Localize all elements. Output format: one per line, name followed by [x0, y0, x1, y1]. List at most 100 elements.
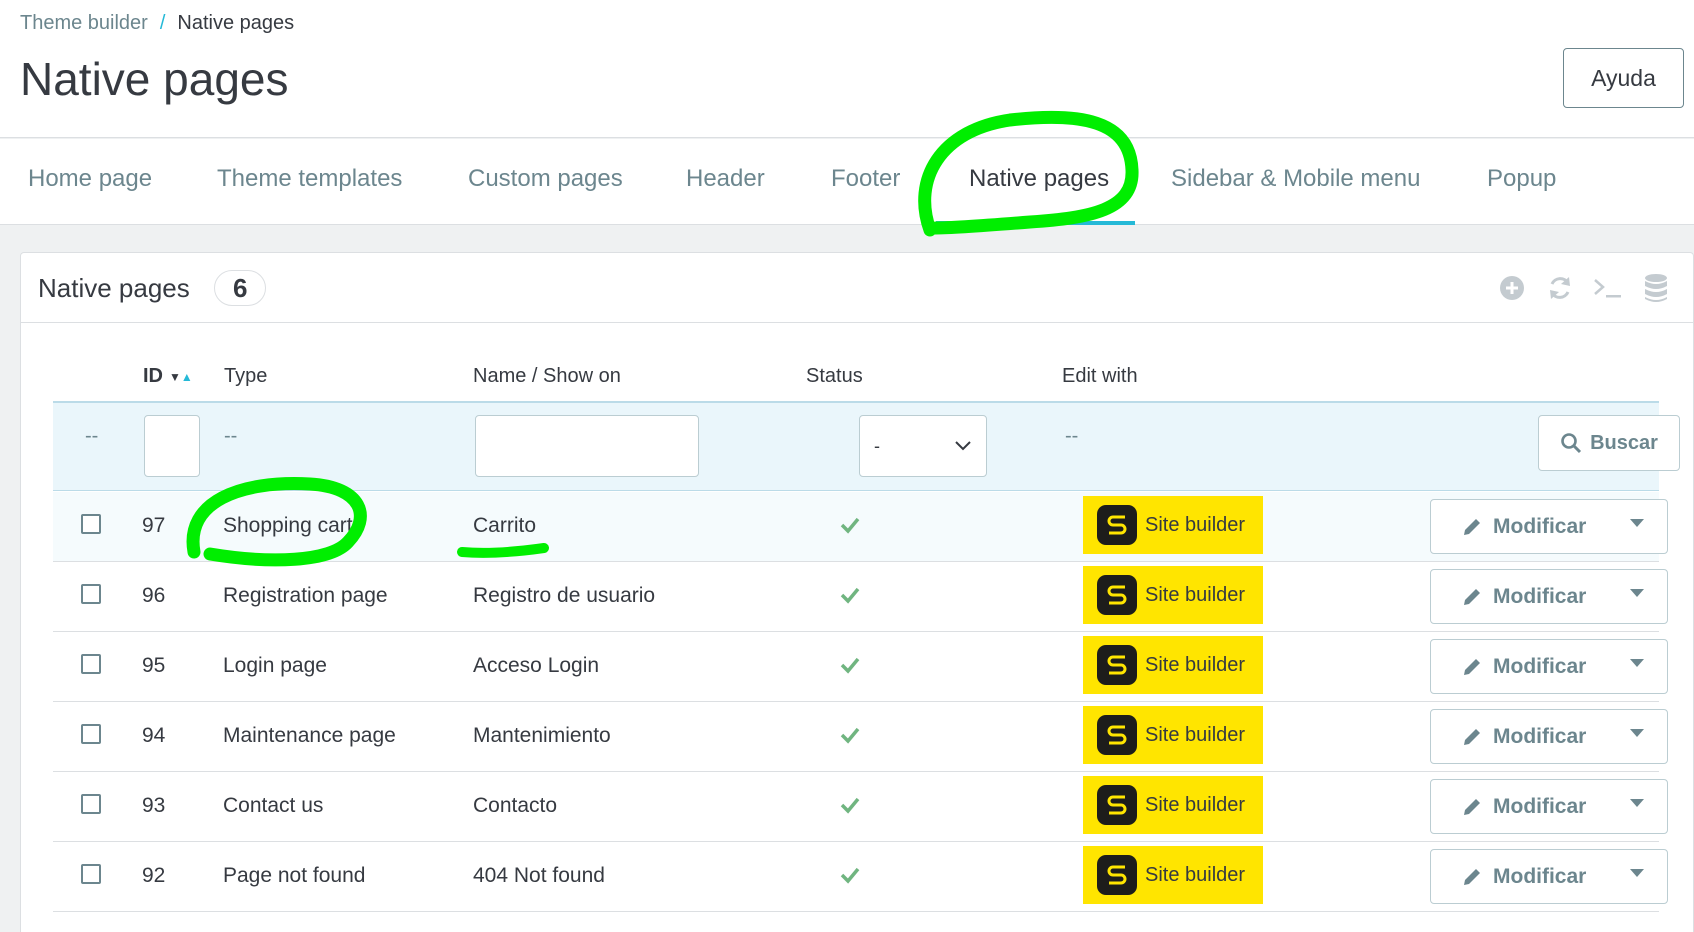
- pencil-icon: [1461, 516, 1483, 538]
- tab-theme-templates[interactable]: Theme templates: [217, 165, 402, 193]
- site-builder-label: Site builder: [1145, 653, 1246, 676]
- row-type: Contact us: [223, 794, 324, 817]
- filter-row: -- -- - -- Buscar: [53, 401, 1680, 491]
- sort-arrows-icon[interactable]: ▼▲: [169, 370, 193, 384]
- row-checkbox[interactable]: [81, 724, 101, 744]
- check-icon[interactable]: [839, 654, 861, 676]
- row-name: Mantenimiento: [473, 724, 611, 747]
- bulk-filter-placeholder: --: [85, 425, 99, 447]
- caret-down-icon[interactable]: [1629, 518, 1645, 528]
- tab-home-page[interactable]: Home page: [28, 165, 152, 193]
- type-filter-placeholder: --: [224, 425, 238, 447]
- check-icon[interactable]: [839, 514, 861, 536]
- site-builder-badge: Site builder: [1083, 776, 1263, 834]
- site-builder-badge: Site builder: [1083, 496, 1263, 554]
- column-header-status: Status: [806, 365, 863, 387]
- native-pages-panel: Native pages 6 ID ▼▲ Type Name / Show on …: [20, 252, 1694, 932]
- page-header: Theme builder / Native pages Native pages …: [0, 0, 1694, 138]
- edit-with-filter-placeholder: --: [1065, 425, 1079, 447]
- row-type: Login page: [223, 654, 327, 677]
- modify-button[interactable]: Modificar: [1430, 849, 1668, 904]
- tab-native-pages[interactable]: Native pages: [969, 165, 1109, 193]
- search-button[interactable]: Buscar: [1538, 415, 1680, 471]
- modify-button-label: Modificar: [1493, 864, 1587, 888]
- row-id: 92: [142, 864, 166, 887]
- row-id: 96: [142, 584, 166, 607]
- row-id: 94: [142, 724, 166, 747]
- tab-header[interactable]: Header: [686, 165, 765, 193]
- pencil-icon: [1461, 726, 1483, 748]
- row-id: 93: [142, 794, 166, 817]
- caret-down-icon[interactable]: [1629, 728, 1645, 738]
- check-icon[interactable]: [839, 724, 861, 746]
- row-name: Carrito: [473, 514, 537, 537]
- row-checkbox[interactable]: [81, 584, 101, 604]
- row-checkbox[interactable]: [81, 654, 101, 674]
- modify-button-label: Modificar: [1493, 794, 1587, 818]
- breadcrumb: Theme builder / Native pages: [20, 12, 294, 35]
- row-id: 95: [142, 654, 166, 677]
- tab-footer[interactable]: Footer: [831, 165, 900, 193]
- row-checkbox[interactable]: [81, 794, 101, 814]
- table-row[interactable]: 97 Shopping cart Carrito Site builder Mo…: [53, 492, 1668, 562]
- column-header-id[interactable]: ID ▼▲: [143, 365, 193, 388]
- modify-button-label: Modificar: [1493, 654, 1587, 678]
- table-row[interactable]: 93 Contact us Contacto Site builder Modi…: [53, 772, 1668, 842]
- row-name: 404 Not found: [473, 864, 605, 887]
- modify-button[interactable]: Modificar: [1430, 569, 1668, 624]
- row-id: 97: [142, 514, 166, 537]
- check-icon[interactable]: [839, 794, 861, 816]
- breadcrumb-parent-link[interactable]: Theme builder: [20, 12, 148, 34]
- tab-sidebar-mobile-menu[interactable]: Sidebar & Mobile menu: [1171, 165, 1420, 193]
- table-row[interactable]: 96 Registration page Registro de usuario…: [53, 562, 1668, 632]
- row-type: Page not found: [223, 864, 366, 887]
- count-badge: 6: [214, 270, 267, 306]
- caret-down-icon[interactable]: [1629, 658, 1645, 668]
- row-type: Maintenance page: [223, 724, 396, 747]
- page-title: Native pages: [20, 53, 289, 105]
- table-row[interactable]: 95 Login page Acceso Login Site builder …: [53, 632, 1668, 702]
- table-row[interactable]: 92 Page not found 404 Not found Site bui…: [53, 842, 1668, 912]
- caret-down-icon[interactable]: [1629, 798, 1645, 808]
- site-builder-badge: Site builder: [1083, 846, 1263, 904]
- refresh-icon[interactable]: [1543, 271, 1577, 305]
- modify-button[interactable]: Modificar: [1430, 639, 1668, 694]
- site-builder-badge: Site builder: [1083, 566, 1263, 624]
- status-filter-select[interactable]: -: [859, 415, 987, 477]
- name-filter-input[interactable]: [475, 415, 699, 477]
- site-builder-logo-icon: [1097, 505, 1137, 545]
- search-button-label: Buscar: [1590, 431, 1658, 454]
- search-icon: [1561, 433, 1582, 454]
- add-icon[interactable]: [1495, 271, 1529, 305]
- row-type: Shopping cart: [223, 514, 353, 537]
- terminal-icon[interactable]: [1591, 271, 1625, 305]
- panel-title: Native pages: [38, 273, 190, 303]
- help-button[interactable]: Ayuda: [1563, 48, 1684, 108]
- id-filter-input[interactable]: [144, 415, 200, 477]
- tab-popup[interactable]: Popup: [1487, 165, 1556, 193]
- site-builder-badge: Site builder: [1083, 706, 1263, 764]
- modify-button-label: Modificar: [1493, 514, 1587, 538]
- row-checkbox[interactable]: [81, 514, 101, 534]
- pencil-icon: [1461, 586, 1483, 608]
- site-builder-badge: Site builder: [1083, 636, 1263, 694]
- modify-button[interactable]: Modificar: [1430, 709, 1668, 764]
- database-icon[interactable]: [1639, 271, 1673, 305]
- modify-button[interactable]: Modificar: [1430, 499, 1668, 554]
- column-header-edit-with: Edit with: [1062, 365, 1138, 387]
- modify-button[interactable]: Modificar: [1430, 779, 1668, 834]
- pencil-icon: [1461, 796, 1483, 818]
- caret-down-icon[interactable]: [1629, 868, 1645, 878]
- tab-custom-pages[interactable]: Custom pages: [468, 165, 623, 193]
- site-builder-label: Site builder: [1145, 793, 1246, 816]
- modify-button-label: Modificar: [1493, 724, 1587, 748]
- column-header-name: Name / Show on: [473, 365, 621, 387]
- caret-down-icon[interactable]: [1629, 588, 1645, 598]
- table-row[interactable]: 94 Maintenance page Mantenimiento Site b…: [53, 702, 1668, 772]
- check-icon[interactable]: [839, 864, 861, 886]
- check-icon[interactable]: [839, 584, 861, 606]
- row-checkbox[interactable]: [81, 864, 101, 884]
- column-header-type: Type: [224, 365, 268, 387]
- site-builder-logo-icon: [1097, 715, 1137, 755]
- pencil-icon: [1461, 656, 1483, 678]
